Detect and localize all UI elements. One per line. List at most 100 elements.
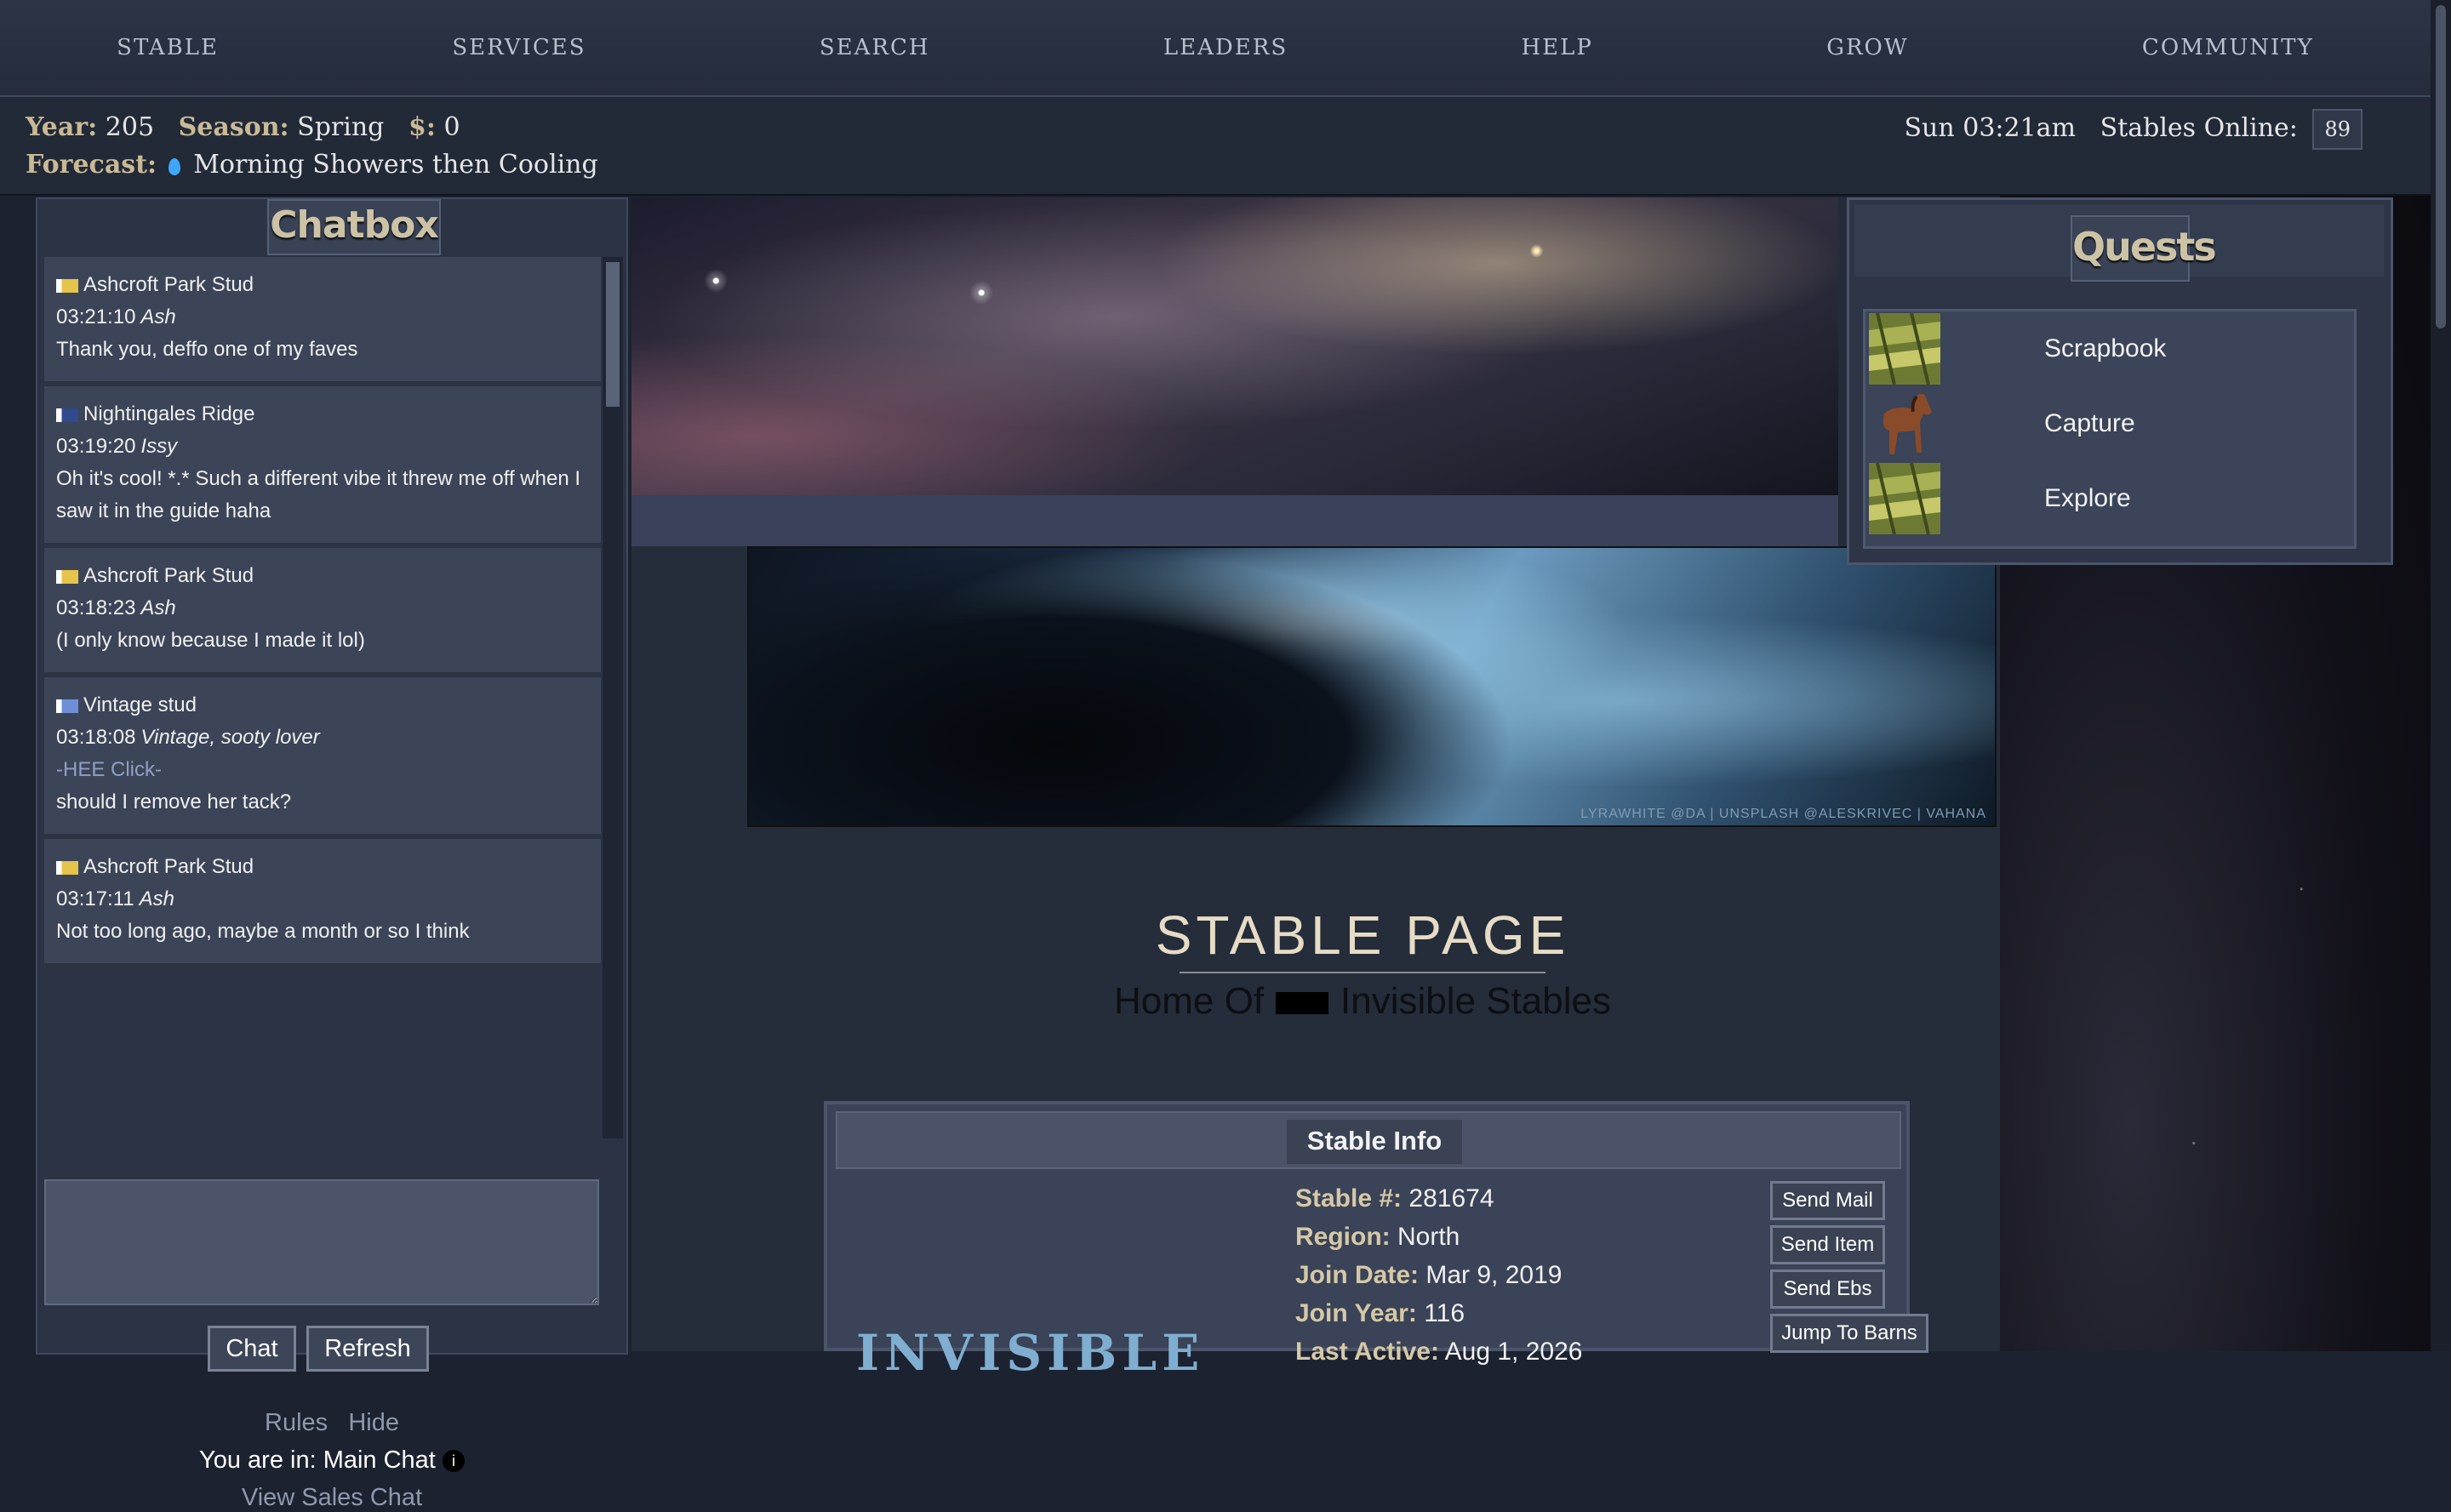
chat-username[interactable]: Vintage, sooty lover (140, 726, 319, 749)
chat-message-header: Ashcroft Park Stud (56, 269, 589, 301)
info-row-join-date: Join Date: Mar 9, 2019 (1295, 1261, 1563, 1289)
top-nav: STABLE SERVICES SEARCH LEADERS HELP GROW… (0, 0, 2431, 97)
jump-to-barns-button[interactable]: Jump To Barns (1770, 1314, 1928, 1353)
raindrop-icon (168, 158, 180, 175)
chat-username[interactable]: Ash (140, 305, 175, 328)
stable-info-header: Stable Info (836, 1111, 1901, 1169)
chat-stable-name[interactable]: Ashcroft Park Stud (83, 273, 254, 296)
chat-time: 03:21:10 (56, 305, 136, 328)
online-label: Stables Online: (2100, 113, 2298, 143)
stable-flag-icon (56, 699, 78, 713)
info-icon[interactable]: i (442, 1450, 465, 1473)
nav-help[interactable]: HELP (1521, 35, 1592, 60)
chat-message: Ashcroft Park Stud 03:17:11 Ash Not too lon… (44, 839, 601, 968)
chat-options: Rules Hide (37, 1409, 626, 1437)
stable-flag-icon (56, 569, 78, 584)
horse-banner-image: LYRAWHITE @DA | UNSPLASH @ALESKRIVEC | V… (747, 546, 1997, 827)
page-scroll-thumb[interactable] (2436, 5, 2446, 328)
stable-flag-icon (56, 278, 78, 293)
info-row-stable-number: Stable #: 281674 (1295, 1184, 1494, 1212)
map-icon (1869, 463, 1940, 534)
chat-username[interactable]: Ash (140, 887, 174, 910)
page-title: STABLE PAGE (1155, 904, 1570, 966)
chat-time: 03:19:20 (56, 435, 136, 458)
send-item-button[interactable]: Send Item (1770, 1225, 1885, 1264)
sales-chat-row: View Sales Chat (37, 1484, 626, 1512)
nav-stable[interactable]: STABLE (117, 35, 219, 60)
chat-message: Vintage stud 03:18:08 Vintage, sooty lover… (44, 677, 601, 839)
chat-stable-name[interactable]: Vintage stud (83, 693, 197, 716)
season-value: Spring (297, 112, 385, 142)
chat-meta: 03:19:20 Issy (56, 431, 589, 463)
nav-community[interactable]: COMMUNITY (2142, 35, 2314, 60)
season-label: Season: (178, 112, 289, 142)
chat-text: Not too long ago, maybe a month or so I … (56, 920, 470, 943)
chat-username[interactable]: Issy (140, 435, 177, 458)
view-sales-chat-link[interactable]: View Sales Chat (242, 1484, 422, 1511)
quest-explore[interactable]: Explore (1865, 461, 2354, 536)
chat-location-text: You are in: Main Chat (199, 1446, 436, 1474)
status-bar: Year: 205 Season: Spring $: 0 Forecast: … (0, 97, 2431, 196)
chat-scroll-thumb[interactable] (606, 262, 620, 407)
banner-credit: LYRAWHITE @DA | UNSPLASH @ALESKRIVEC | V… (1580, 807, 1986, 821)
chat-meta: 03:18:23 Ash (56, 592, 589, 625)
chat-scrollbar[interactable] (603, 257, 623, 1138)
home-of-line: Home Of Invisible Stables (631, 980, 2094, 1023)
chat-message: Ashcroft Park Stud 03:18:23 Ash (I only kno… (44, 548, 601, 677)
horse-icon (1883, 393, 1932, 454)
page-scrollbar[interactable] (2431, 0, 2451, 1351)
chat-text: Thank you, deffo one of my faves (56, 338, 358, 361)
stable-logo: INVISIBLE (856, 1324, 1205, 1382)
chat-subtitle: -HEE Click- (56, 758, 162, 781)
quests-panel: Quests Scrapbook Capture Explore (1847, 197, 2393, 565)
money-label: $: (408, 112, 436, 142)
chat-stable-name[interactable]: Ashcroft Park Stud (83, 564, 254, 587)
send-mail-button[interactable]: Send Mail (1770, 1181, 1885, 1220)
chat-input[interactable] (44, 1179, 599, 1305)
chatbox-panel: Chatbox Ashcroft Park Stud 03:21:10 Ash Tha… (36, 197, 628, 1511)
chat-text: (I only know because I made it lol) (56, 629, 365, 652)
chat-time: 03:18:23 (56, 596, 136, 619)
quest-label-capture: Capture (2044, 409, 2135, 437)
info-row-join-year: Join Year: 116 (1295, 1299, 1465, 1327)
chat-meta: 03:17:11 Ash (56, 883, 589, 916)
chat-meta: 03:18:08 Vintage, sooty lover (56, 722, 589, 754)
chat-text: Oh it's cool! *.* Such a different vibe … (56, 467, 581, 522)
stable-info-panel: Stable Info Stable #: 281674 Region: Nor… (824, 1101, 1928, 1382)
nav-grow[interactable]: GROW (1826, 35, 1908, 60)
info-row-last-active: Last Active: Aug 1, 2026 (1295, 1338, 1583, 1366)
nav-leaders[interactable]: LEADERS (1163, 35, 1288, 60)
online-count[interactable]: 89 (2312, 109, 2362, 150)
space-banner (631, 197, 1838, 495)
home-of-label: Home Of (1114, 980, 1265, 1022)
stable-info-title: Stable Info (1287, 1120, 1462, 1164)
quest-label-explore: Explore (2044, 484, 2131, 512)
send-ebs-button[interactable]: Send Ebs (1770, 1270, 1885, 1309)
hide-link[interactable]: Hide (348, 1409, 399, 1436)
chat-message-header: Ashcroft Park Stud (56, 560, 589, 592)
rules-link[interactable]: Rules (265, 1409, 328, 1436)
quest-capture[interactable]: Capture (1865, 386, 2354, 461)
chat-stable-name[interactable]: Ashcroft Park Stud (83, 855, 254, 878)
chat-meta: 03:21:10 Ash (56, 301, 589, 334)
forecast-label: Forecast: (26, 150, 157, 180)
banner-strip (631, 495, 1838, 546)
quests-header: Quests (1854, 205, 2384, 282)
main-content: LYRAWHITE @DA | UNSPLASH @ALESKRIVEC | V… (631, 197, 2000, 1382)
chat-button[interactable]: Chat (208, 1326, 296, 1372)
year-value: 205 (105, 112, 155, 142)
chat-message-list[interactable]: Ashcroft Park Stud 03:21:10 Ash Thank you, … (44, 257, 601, 1138)
quest-label-scrapbook: Scrapbook (2044, 334, 2167, 362)
refresh-button[interactable]: Refresh (306, 1326, 429, 1372)
chat-username[interactable]: Ash (140, 596, 175, 619)
quests-title: Quests (2071, 215, 2217, 282)
chat-time: 03:17:11 (56, 887, 134, 910)
stable-flag (1276, 992, 1329, 1015)
nav-services[interactable]: SERVICES (452, 35, 586, 60)
stable-info-rows: Stable #: 281674 Region: North Join Date… (1295, 1179, 1582, 1371)
nav-search[interactable]: SEARCH (820, 35, 930, 60)
chat-message-header: Vintage stud (56, 689, 589, 722)
chat-stable-name[interactable]: Nightingales Ridge (83, 402, 254, 425)
chat-message-header: Nightingales Ridge (56, 398, 589, 431)
quest-scrapbook[interactable]: Scrapbook (1865, 311, 2354, 386)
